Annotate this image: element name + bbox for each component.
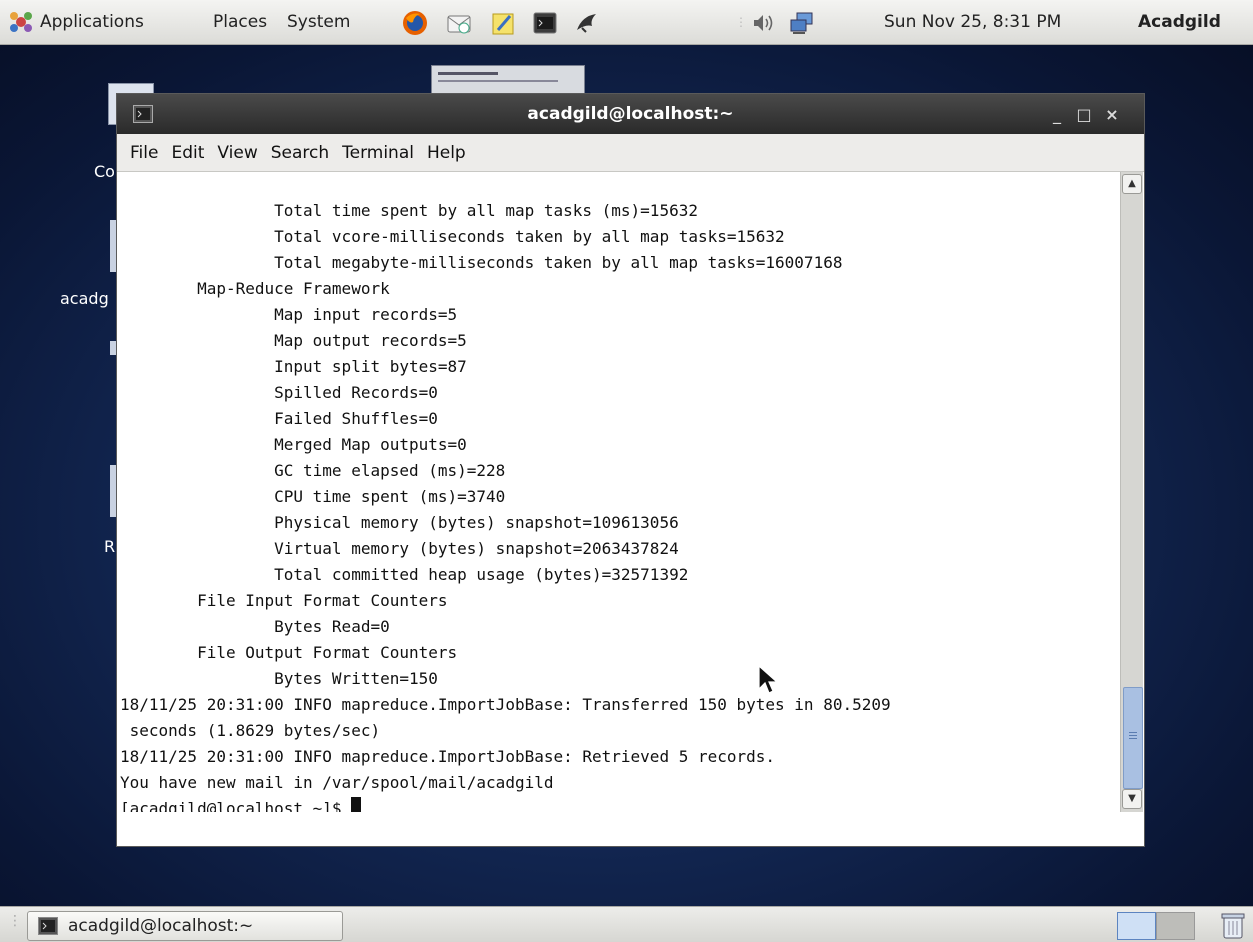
desktop-label-trash: R [104, 537, 116, 556]
terminal-scrollbar[interactable]: ▲ ▼ [1120, 172, 1143, 812]
terminal-icon[interactable] [532, 10, 558, 36]
firefox-icon[interactable] [402, 10, 428, 36]
terminal-line: 18/11/25 20:31:00 INFO mapreduce.ImportJ… [120, 695, 891, 714]
system-menu[interactable]: System [287, 0, 350, 44]
clock[interactable]: Sun Nov 25, 8:31 PM [884, 0, 1061, 44]
applications-label: Applications [40, 12, 144, 32]
places-label: Places [213, 12, 268, 32]
terminal-line: 18/11/25 20:31:00 INFO mapreduce.ImportJ… [120, 747, 776, 766]
terminal-line: Physical memory (bytes) snapshot=1096130… [120, 513, 679, 532]
menu-edit[interactable]: Edit [171, 143, 204, 163]
maximize-button[interactable]: □ [1073, 94, 1095, 134]
terminal-line: Input split bytes=87 [120, 357, 467, 376]
terminal-title: acadgild@localhost:~ [527, 104, 734, 124]
network-icon[interactable] [789, 10, 815, 36]
menu-file[interactable]: File [130, 143, 158, 163]
terminal-line: GC time elapsed (ms)=228 [120, 461, 506, 480]
gnome-foot-icon [10, 12, 32, 32]
close-button[interactable]: × [1101, 94, 1123, 134]
scroll-down-button[interactable]: ▼ [1122, 789, 1142, 809]
terminal-line: Map input records=5 [120, 305, 458, 324]
terminal-line: Virtual memory (bytes) snapshot=20634378… [120, 539, 679, 558]
terminal-line: Map-Reduce Framework [120, 279, 390, 298]
shell-prompt: [acadgild@localhost ~]$ [120, 799, 352, 812]
terminal-menubar: File Edit View Search Terminal Help [117, 134, 1144, 172]
terminal-line: File Input Format Counters [120, 591, 458, 610]
terminal-line: Total time spent by all map tasks (ms)=1… [120, 201, 698, 220]
places-menu[interactable]: Places [213, 0, 267, 44]
terminal-window[interactable]: acadgild@localhost:~ _ □ × File Edit Vie… [116, 93, 1145, 847]
clock-text: Sun Nov 25, 8:31 PM [884, 12, 1062, 32]
terminal-titlebar[interactable]: acadgild@localhost:~ _ □ × [117, 94, 1144, 134]
notes-icon[interactable] [490, 10, 516, 36]
desktop-label-home: acadg [60, 289, 109, 308]
terminal-line: Map output records=5 [120, 331, 467, 350]
terminal-line: seconds (1.8629 bytes/sec) [120, 721, 381, 740]
terminal-line: Total megabyte-milliseconds taken by all… [120, 253, 843, 272]
panel-handle: ⋮ [8, 913, 22, 929]
scroll-up-button[interactable]: ▲ [1122, 174, 1142, 194]
terminal-line: Merged Map outputs=0 [120, 435, 467, 454]
menu-view[interactable]: View [217, 143, 257, 163]
taskbar-window-label: acadgild@localhost:~ [68, 916, 254, 936]
terminal-line: You have new mail in /var/spool/mail/aca… [120, 773, 554, 792]
terminal-output[interactable]: Total time spent by all map tasks (ms)=1… [120, 172, 1116, 812]
terminal-line: Spilled Records=0 [120, 383, 438, 402]
minimize-button[interactable]: _ [1046, 94, 1068, 134]
applications-menu[interactable]: Applications [8, 0, 144, 44]
taskbar-window-button[interactable]: acadgild@localhost:~ [27, 911, 343, 941]
tray-separator: ⋮ [735, 15, 747, 29]
bottom-panel: ⋮ acadgild@localhost:~ [0, 906, 1253, 942]
terminal-line: Failed Shuffles=0 [120, 409, 438, 428]
text-cursor [351, 797, 362, 812]
mail-icon[interactable] [446, 10, 472, 36]
terminal-line: Total vcore-milliseconds taken by all ma… [120, 227, 785, 246]
trash-applet-icon[interactable] [1219, 910, 1247, 940]
user-menu[interactable]: Acadgild [1138, 0, 1221, 44]
terminal-line: CPU time spent (ms)=3740 [120, 487, 506, 506]
terminal-prompt-line[interactable]: [acadgild@localhost ~]$ [120, 796, 1116, 812]
menu-search[interactable]: Search [271, 143, 329, 163]
terminal-line: Bytes Read=0 [120, 617, 390, 636]
terminal-task-icon [38, 917, 58, 935]
terminal-line: Total committed heap usage (bytes)=32571… [120, 565, 689, 584]
workspace-2[interactable] [1156, 912, 1195, 940]
user-name: Acadgild [1138, 12, 1221, 32]
terminal-line: File Output Format Counters [120, 643, 467, 662]
scrollbar-thumb[interactable] [1123, 687, 1143, 789]
system-label: System [287, 12, 351, 32]
volume-icon[interactable] [750, 10, 776, 36]
top-panel: Applications Places System ⋮ Sun Nov 25,… [0, 0, 1253, 45]
menu-help[interactable]: Help [427, 143, 466, 163]
desktop-label-computer: Co [94, 162, 115, 181]
menu-terminal[interactable]: Terminal [342, 143, 414, 163]
dolphin-icon[interactable] [574, 10, 600, 36]
workspace-1[interactable] [1117, 912, 1156, 940]
mouse-pointer-icon [758, 665, 779, 694]
terminal-line: Bytes Written=150 [120, 669, 438, 688]
